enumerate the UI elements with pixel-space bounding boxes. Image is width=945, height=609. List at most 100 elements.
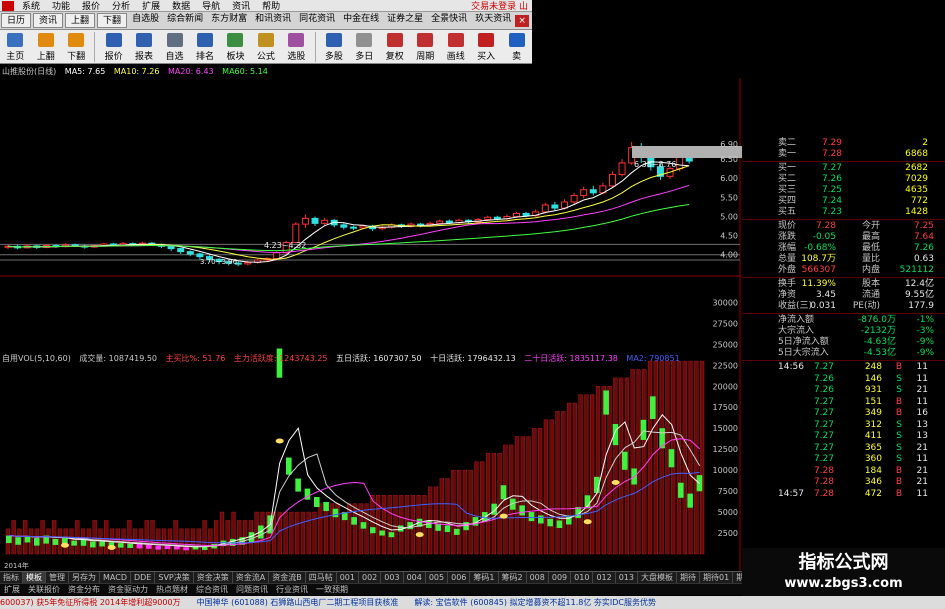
quote-row[interactable]: 买三 7.25 4635 [742, 185, 945, 196]
green-volume-bar [118, 543, 124, 548]
info-tab[interactable]: 扩展 [0, 584, 24, 595]
indicator-tab[interactable]: SVP决策 [155, 572, 194, 583]
menu-item[interactable]: 帮助 [256, 0, 286, 12]
toolbar-button[interactable]: 上翻 [30, 30, 60, 64]
menu-item[interactable]: 分析 [106, 0, 136, 12]
chart-area[interactable]: 6.38~8.76 4.23~4.32 3.70~3.96 6.90 6.50 6.00 5… [0, 78, 742, 571]
news-tab[interactable]: 全景快讯 [428, 13, 470, 28]
news-tab[interactable]: 综合新闻 [164, 13, 206, 28]
ticker-item[interactable]: 中国神华 (601088) 石狮路山西电厂二期工程项目获核准 [197, 596, 399, 609]
quote-row[interactable]: 买四 7.24 772 [742, 196, 945, 207]
news-tab[interactable]: 下翻 [97, 13, 128, 28]
toolbar-button-label: 复权 [385, 52, 404, 62]
menu-item[interactable]: 资讯 [226, 0, 256, 12]
menu-item[interactable]: 导航 [196, 0, 226, 12]
stat-label: 最高 [861, 232, 880, 242]
indicator-tab[interactable]: 008 [527, 572, 549, 583]
toolbar-button[interactable]: 板块 [220, 30, 250, 64]
ticker-item[interactable]: 600037) 获5年免征所得税 2014年增利超9000万 [0, 596, 181, 609]
news-tab[interactable]: 日历 [1, 13, 32, 28]
news-tab[interactable]: 自选股 [129, 13, 162, 28]
indicator-tab[interactable]: 001 [337, 572, 359, 583]
toolbar-button[interactable]: 多日 [349, 30, 379, 64]
info-tab[interactable]: 资金驱动力 [104, 584, 152, 595]
info-tab[interactable]: 资金分布 [64, 584, 104, 595]
indicator-tab[interactable]: 管理 [46, 572, 69, 583]
indicator-tab[interactable]: 资金流B [269, 572, 306, 583]
indicator-tab[interactable]: 013 [616, 572, 638, 583]
indicator-tab[interactable]: 四马帖 [306, 572, 337, 583]
volume-chart[interactable]: 30000 27500 25000 22500 20000 17500 15000 12500… [0, 278, 742, 571]
news-tab[interactable]: 玖天资讯 [472, 13, 514, 28]
red-volume-bar [300, 511, 306, 555]
indicator-tab[interactable]: 012 [593, 572, 616, 583]
toolbar-button[interactable]: 公式 [251, 30, 281, 64]
info-tab[interactable]: 热点题材 [152, 584, 192, 595]
indicator-tab[interactable]: 009 [549, 572, 572, 583]
toolbar-button[interactable]: 画线 [440, 30, 470, 64]
news-tab[interactable]: 证券之星 [384, 13, 426, 28]
info-tab[interactable]: 行业资讯 [272, 584, 312, 595]
indicator-tab[interactable]: 模板 [23, 572, 46, 583]
indicator-tab[interactable]: 002 [359, 572, 382, 583]
indicator-tab[interactable]: 筹码1 [470, 572, 499, 583]
indicator-tab[interactable]: MACD [100, 572, 131, 583]
menu-item[interactable]: 系统 [16, 0, 46, 12]
toolbar-button[interactable]: 报价 [98, 30, 128, 64]
quote-row[interactable]: 卖一 7.28 6868 [742, 149, 945, 160]
quote-row[interactable]: 卖二 7.29 2 [742, 138, 945, 149]
info-tab[interactable]: 综合资讯 [192, 584, 232, 595]
news-tab[interactable]: 上翻 [65, 13, 96, 28]
toolbar-button[interactable]: 复权 [380, 30, 410, 64]
info-tab[interactable]: 一致预期 [312, 584, 352, 595]
login-status[interactable]: 交易未登录 山 [471, 0, 532, 12]
toolbar-button[interactable]: 多股 [319, 30, 349, 64]
indicator-tab[interactable]: 005 [426, 572, 449, 583]
indicator-tab[interactable]: 010 [571, 572, 594, 583]
toolbar-button[interactable]: 买入 [471, 30, 501, 64]
info-tab[interactable]: 问题资讯 [232, 584, 272, 595]
menu-item[interactable]: 扩展 [136, 0, 166, 12]
menu-item[interactable]: 功能 [46, 0, 76, 12]
price-chart[interactable]: 6.38~8.76 4.23~4.32 3.70~3.96 6.90 6.50 6.00 5… [0, 78, 742, 278]
indicator-tab[interactable]: 筹码2 [499, 572, 527, 583]
candle [340, 224, 348, 228]
news-tab[interactable]: 东方财富 [208, 13, 250, 28]
quote-row[interactable]: 买一 7.27 2682 [742, 163, 945, 174]
toolbar-button[interactable]: 下翻 [61, 30, 91, 64]
toolbar-button[interactable]: 排名 [190, 30, 220, 64]
indicator-tab[interactable]: 期待 [677, 572, 700, 583]
quote-price: 7.25 [821, 185, 842, 195]
news-tab[interactable]: 资讯 [33, 13, 64, 28]
news-tab[interactable]: 和讯资讯 [252, 13, 294, 28]
flow-label: 5日净流入额 [778, 337, 829, 347]
indicator-tab[interactable]: 006 [448, 572, 471, 583]
quote-row[interactable]: 买二 7.26 7029 [742, 174, 945, 185]
indicator-tab[interactable]: 大盘模板 [638, 572, 677, 583]
news-tab[interactable]: 中金在线 [340, 13, 382, 28]
toolbar-button[interactable]: 自选 [159, 30, 189, 64]
menu-item[interactable]: 数据 [166, 0, 196, 12]
toolbar-button[interactable]: 选股 [281, 30, 311, 64]
menu-item[interactable]: 报价 [76, 0, 106, 12]
toolbar-button[interactable]: 报表 [129, 30, 159, 64]
indicator-tab[interactable]: 资金决策 [194, 572, 233, 583]
toolbar-button[interactable]: 周期 [410, 30, 440, 64]
quote-row[interactable]: 买五 7.23 1428 [742, 207, 945, 218]
toolbar-button[interactable]: 主页 [0, 30, 30, 64]
indicator-tab[interactable]: 期待01 [700, 572, 734, 583]
info-tab[interactable]: 关联报价 [24, 584, 64, 595]
indicator-tab[interactable]: 指标 [0, 572, 23, 583]
tick-side: S [896, 442, 902, 453]
indicator-tab[interactable]: 资金流A [233, 572, 270, 583]
toolbar-button[interactable]: 卖 [501, 30, 531, 64]
divider [742, 161, 945, 162]
tick-price: 7.26 [813, 373, 834, 384]
ticker-item[interactable]: 解读: 宝信软件 (600845) 拟定增募资不超11.8亿 夯实IDC服务优势 [414, 596, 656, 609]
indicator-tab[interactable]: 003 [381, 572, 404, 583]
indicator-tab[interactable]: DDE [131, 572, 156, 583]
indicator-tab[interactable]: 另存为 [69, 572, 100, 583]
close-icon[interactable]: × [515, 14, 529, 27]
indicator-tab[interactable]: 004 [404, 572, 426, 583]
news-tab[interactable]: 同花资讯 [296, 13, 338, 28]
